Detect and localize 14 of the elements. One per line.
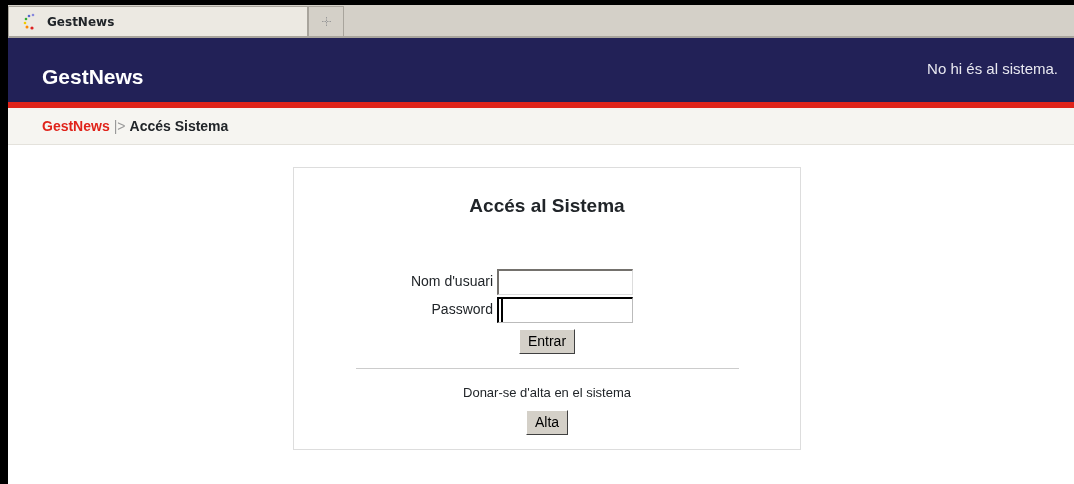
login-title: Accés al Sistema [469, 194, 625, 218]
breadcrumb-link[interactable]: GestNews [42, 115, 110, 137]
field-label: Nom d'usuari [409, 272, 493, 291]
breadcrumb-separator: |> [113, 116, 126, 136]
submit-button[interactable]: Entrar [518, 328, 576, 354]
plus-icon [321, 17, 331, 26]
site-title: GestNews [42, 64, 144, 91]
signup-button[interactable]: Alta [525, 410, 569, 435]
signup-text: Donar-se d'alta en el sistema [463, 383, 631, 402]
browser-tab[interactable]: GestNews [8, 6, 308, 36]
input-field[interactable] [497, 296, 633, 323]
field-label: Password [430, 300, 493, 319]
login-status: No hi és al sistema. [927, 59, 1058, 79]
breadcrumb-current: Accés Sistema [129, 116, 229, 136]
